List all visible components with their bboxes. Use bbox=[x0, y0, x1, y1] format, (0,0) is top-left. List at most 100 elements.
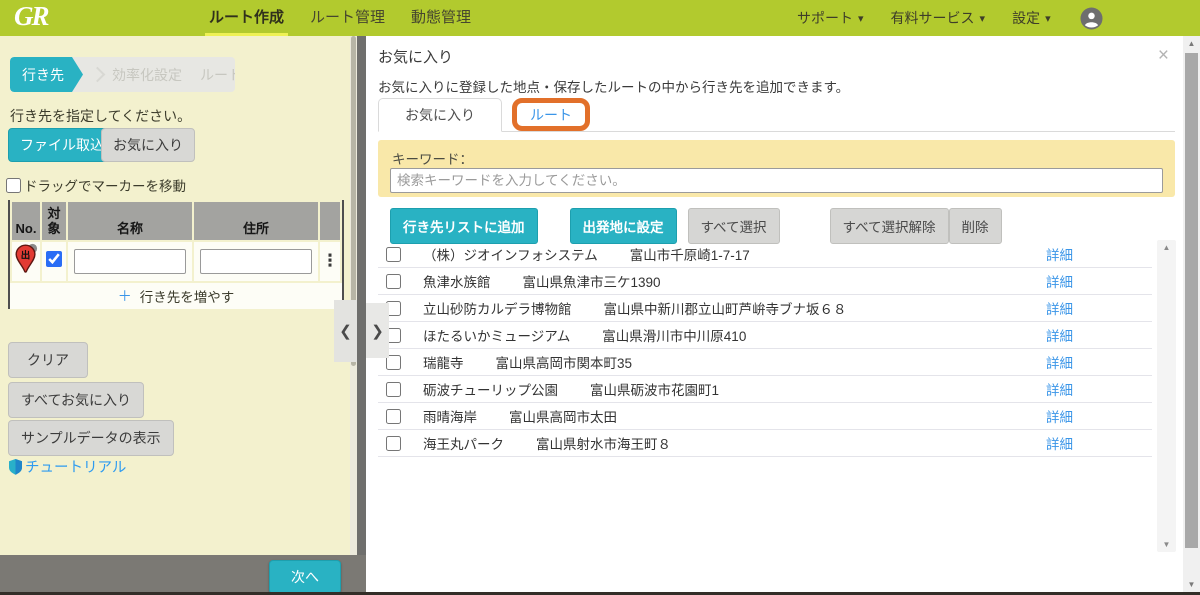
favorite-row-checkbox[interactable] bbox=[386, 247, 401, 262]
nav-tab[interactable]: ルート管理 bbox=[297, 0, 398, 36]
nav-tab[interactable]: ルート作成 bbox=[196, 0, 297, 36]
left-sidebar: 行き先 効率化設定 ルート表示 行き先を指定してください。 ファイル取込 お気に… bbox=[0, 36, 357, 555]
marker-cell: 出 bbox=[12, 242, 40, 281]
detail-link[interactable]: 詳細 bbox=[1046, 244, 1073, 264]
header-menu-item[interactable]: サポート ▾ bbox=[797, 8, 864, 28]
panel-tab[interactable]: お気に入り bbox=[378, 98, 502, 132]
action-button[interactable]: 削除 bbox=[949, 208, 1002, 244]
step-tab[interactable]: 効率化設定 bbox=[83, 57, 191, 92]
favorite-row-checkbox[interactable] bbox=[386, 436, 401, 451]
page-scrollbar[interactable]: ▲ ▼ bbox=[1183, 36, 1200, 592]
destination-target-checkbox[interactable] bbox=[46, 251, 62, 267]
favorites-panel: お気に入り × お気に入りに登録した地点・保存したルートの中から行き先を追加でき… bbox=[366, 36, 1183, 592]
close-icon[interactable]: × bbox=[1158, 46, 1169, 65]
header-menu-item[interactable]: 設定 ▾ bbox=[1012, 8, 1051, 28]
favorite-row-checkbox[interactable] bbox=[386, 409, 401, 424]
detail-link[interactable]: 詳細 bbox=[1046, 352, 1073, 372]
svg-text:出: 出 bbox=[21, 250, 31, 262]
chevron-left-icon: ❮ bbox=[339, 322, 352, 340]
add-destination-label: 行き先を増やす bbox=[140, 286, 235, 306]
sample-data-button[interactable]: サンプルデータの表示 bbox=[8, 420, 174, 456]
panel-tabs: お気に入り ルート bbox=[378, 98, 1175, 132]
header-no: No. bbox=[12, 202, 40, 240]
all-favorites-button[interactable]: すべてお気に入り bbox=[8, 382, 144, 418]
keyword-input[interactable] bbox=[390, 168, 1163, 193]
action-button-label: すべて選択 bbox=[701, 220, 767, 235]
detail-link[interactable]: 詳細 bbox=[1046, 298, 1073, 318]
shield-icon bbox=[8, 458, 23, 475]
detail-link[interactable]: 詳細 bbox=[1046, 433, 1073, 453]
step-tab-label: ルート表示 bbox=[200, 65, 235, 85]
caret-down-icon: ▾ bbox=[1045, 12, 1051, 25]
header-name: 名称 bbox=[68, 202, 192, 240]
page-scroll-up-icon[interactable]: ▲ bbox=[1183, 39, 1200, 48]
destination-address-input[interactable] bbox=[200, 249, 312, 274]
favorite-name: 雨晴海岸 bbox=[423, 406, 477, 426]
header-right-nav: サポート ▾ 有料サービス ▾ 設定 ▾ bbox=[797, 0, 1103, 36]
header-menu-blank bbox=[320, 202, 340, 240]
add-destination-button[interactable]: ＋ 行き先を増やす bbox=[10, 283, 342, 309]
detail-link[interactable]: 詳細 bbox=[1046, 406, 1073, 426]
favorites-button[interactable]: お気に入り bbox=[101, 128, 195, 162]
drag-marker-checkbox[interactable] bbox=[6, 178, 21, 193]
action-button-label: 削除 bbox=[962, 220, 989, 235]
favorite-name: 砺波チューリップ公園 bbox=[423, 379, 558, 399]
action-button[interactable]: 出発地に設定 bbox=[570, 208, 677, 244]
clear-button[interactable]: クリア bbox=[8, 342, 88, 378]
list-scrollbar[interactable]: ▲ ▼ bbox=[1157, 240, 1176, 552]
step-tab[interactable]: 行き先 bbox=[10, 57, 83, 92]
nav-tab-label: 動態管理 bbox=[411, 9, 471, 26]
favorite-address: 富山県砺波市花園町1 bbox=[590, 379, 719, 399]
file-import-button[interactable]: ファイル取込 bbox=[8, 128, 116, 162]
drag-marker-label: ドラッグでマーカーを移動 bbox=[24, 175, 186, 195]
scroll-up-icon[interactable]: ▲ bbox=[1157, 243, 1176, 252]
main-nav: ルート作成 ルート管理 動態管理 bbox=[196, 0, 484, 36]
collapse-left-button[interactable]: ❮ bbox=[334, 300, 357, 362]
favorite-row: （株）ジオインフォシステム 富山市千原崎1-7-17 詳細 bbox=[378, 241, 1152, 268]
kebab-menu-icon[interactable]: ⋮ bbox=[322, 251, 339, 270]
favorite-row: 瑞龍寺 富山県高岡市関本町35 詳細 bbox=[378, 349, 1152, 376]
sidebar-scrollbar[interactable] bbox=[350, 36, 357, 555]
destination-name-input[interactable] bbox=[74, 249, 186, 274]
favorite-row-checkbox[interactable] bbox=[386, 382, 401, 397]
detail-link[interactable]: 詳細 bbox=[1046, 271, 1073, 291]
panel-title: お気に入り bbox=[378, 46, 453, 67]
favorite-name: 瑞龍寺 bbox=[423, 352, 464, 372]
favorite-row: ほたるいかミュージアム 富山県滑川市中川原410 詳細 bbox=[378, 322, 1152, 349]
row-menu-cell: ⋮ bbox=[320, 242, 340, 281]
nav-tab[interactable]: 動態管理 bbox=[398, 0, 484, 36]
app-logo[interactable]: GR bbox=[14, 1, 48, 32]
detail-link[interactable]: 詳細 bbox=[1046, 325, 1073, 345]
step-tab-label: 行き先 bbox=[22, 65, 64, 85]
action-buttons: 行き先リストに追加 出発地に設定 すべて選択 すべて選択解除 削除 bbox=[390, 208, 1002, 244]
detail-link[interactable]: 詳細 bbox=[1046, 379, 1073, 399]
tutorial-link[interactable]: チュートリアル bbox=[8, 456, 126, 477]
chevron-right-icon: ❯ bbox=[371, 322, 384, 340]
panel-tab[interactable]: ルート bbox=[512, 98, 590, 131]
favorite-address: 富山県中新川郡立山町芦峅寺ブナ坂６８ bbox=[604, 298, 847, 318]
page-scroll-down-icon[interactable]: ▼ bbox=[1183, 580, 1200, 589]
expand-right-button[interactable]: ❯ bbox=[366, 303, 389, 358]
favorite-address: 富山市千原崎1-7-17 bbox=[630, 244, 750, 264]
user-avatar-icon[interactable] bbox=[1080, 7, 1103, 30]
header-address: 住所 bbox=[194, 202, 318, 240]
action-button[interactable]: すべて選択解除 bbox=[830, 208, 949, 244]
header-menu-list: サポート ▾ 有料サービス ▾ 設定 ▾ bbox=[797, 8, 1078, 28]
action-button[interactable]: 行き先リストに追加 bbox=[390, 208, 538, 244]
user-avatar-glyph bbox=[1080, 7, 1103, 30]
sidebar-footer: 次へ bbox=[0, 555, 366, 592]
scroll-down-icon[interactable]: ▼ bbox=[1157, 540, 1176, 549]
next-button[interactable]: 次へ bbox=[269, 560, 341, 594]
favorite-row: 立山砂防カルデラ博物館 富山県中新川郡立山町芦峅寺ブナ坂６８ 詳細 bbox=[378, 295, 1152, 322]
action-button[interactable]: すべて選択 bbox=[688, 208, 780, 244]
header-menu-label: サポート bbox=[797, 8, 853, 28]
destination-table: No. 対象 名称 住所 出 bbox=[8, 200, 344, 309]
step-tabs: 行き先 効率化設定 ルート表示 bbox=[10, 57, 235, 92]
favorite-name: 立山砂防カルデラ博物館 bbox=[423, 298, 572, 318]
page-scrollbar-thumb[interactable] bbox=[1185, 53, 1198, 548]
step-tab-label: 効率化設定 bbox=[112, 65, 182, 85]
step-tab[interactable]: ルート表示 bbox=[191, 57, 235, 92]
header-menu-item[interactable]: 有料サービス ▾ bbox=[891, 8, 986, 28]
favorite-address: 富山県高岡市太田 bbox=[509, 406, 617, 426]
favorite-row-checkbox[interactable] bbox=[386, 274, 401, 289]
